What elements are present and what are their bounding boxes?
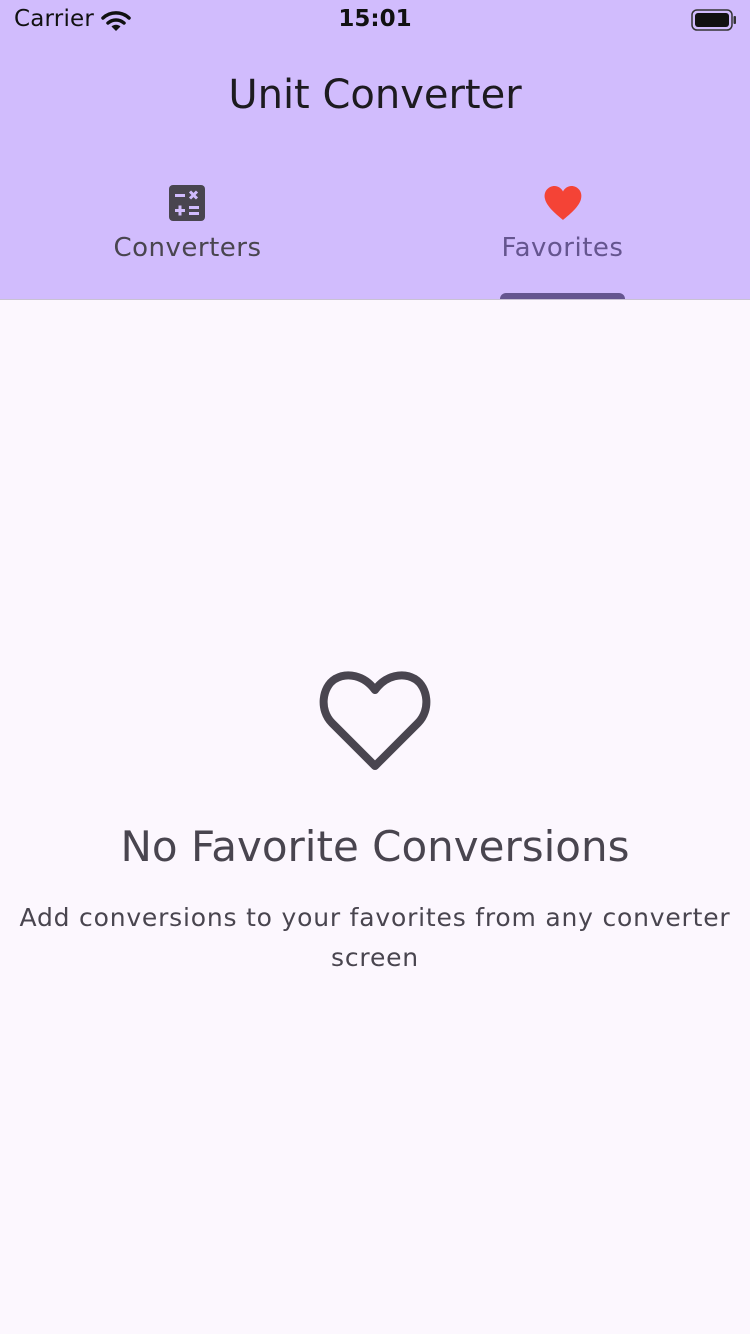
heart-outline-icon xyxy=(319,670,431,776)
battery-icon xyxy=(691,9,737,35)
tab-favorites-label: Favorites xyxy=(501,233,624,263)
empty-state-title: No Favorite Conversions xyxy=(120,822,630,871)
page-title: Unit Converter xyxy=(228,72,522,118)
app-header: Carrier 15:01 Unit Converter Converters … xyxy=(0,0,750,300)
empty-state-message: Add conversions to your favorites from a… xyxy=(19,903,731,972)
selected-tab-indicator xyxy=(500,293,625,299)
clock: 15:01 xyxy=(338,6,412,32)
status-bar: Carrier 15:01 xyxy=(0,0,750,40)
heart-filled-icon xyxy=(543,184,583,226)
tab-converters-label: Converters xyxy=(113,233,262,263)
calculator-icon xyxy=(168,184,206,226)
tab-favorites[interactable]: Favorites xyxy=(375,160,750,299)
tab-converters[interactable]: Converters xyxy=(0,160,375,299)
